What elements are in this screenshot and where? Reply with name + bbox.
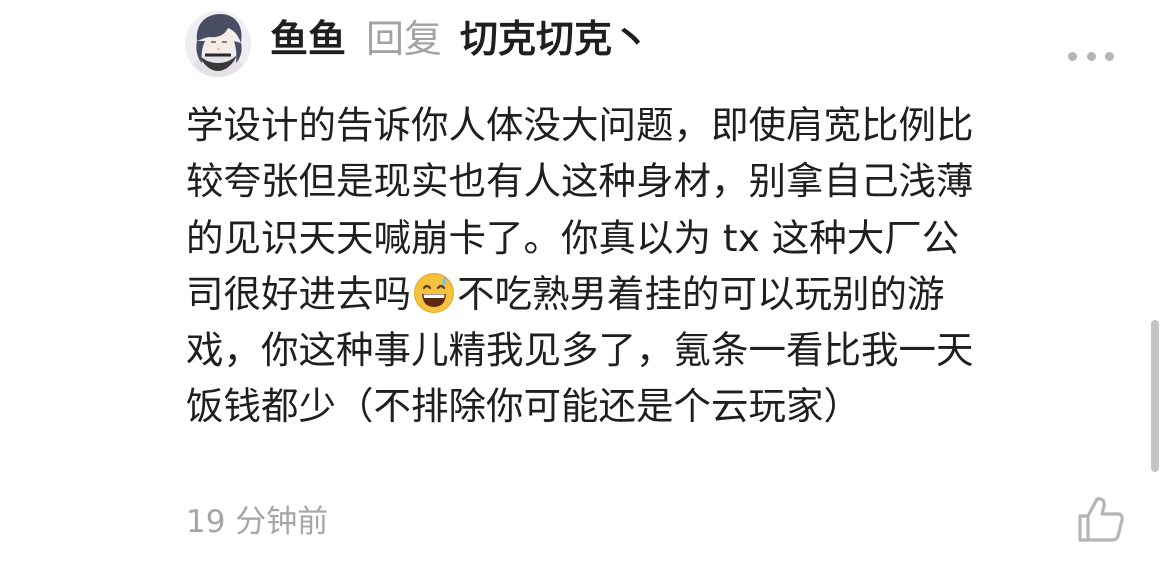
comment-line: 司很好进去吗 不吃熟男着挂的可以玩别的游 (186, 266, 1126, 322)
comment-line: 饭钱都少（不排除你可能还是个云玩家） (186, 384, 861, 429)
comment-body: 学设计的告诉你人体没大问题，即使肩宽比例比 较夸张但是现实也有人这种身材，别拿自… (186, 97, 1126, 435)
comment-timestamp: 19 分钟前 (186, 504, 329, 540)
comment-line-segment: 司很好进去吗 (186, 271, 411, 316)
comment-line: 戏，你这种事儿精我见多了，氪条一看比我一天 (186, 328, 974, 373)
reply-target-username[interactable]: 切克切克丶 (460, 14, 650, 64)
comment-author[interactable]: 鱼鱼 (270, 14, 346, 64)
comment-line-segment: 不吃熟男着挂的可以玩别的游 (457, 271, 945, 316)
avatar[interactable] (185, 11, 251, 77)
comment-line: 的见识天天喊崩卡了。你真以为 tx 这种大厂公 (186, 215, 960, 260)
more-options-button[interactable] (1068, 48, 1114, 64)
like-button[interactable] (1076, 495, 1126, 545)
more-dot-icon (1105, 51, 1114, 61)
scrollbar-thumb[interactable] (1151, 320, 1159, 472)
more-dot-icon (1068, 51, 1077, 61)
user-avatar-icon (185, 11, 251, 77)
comment-line: 较夸张但是现实也有人这种身材，别拿自己浅薄 (186, 159, 974, 204)
more-dot-icon (1086, 51, 1096, 61)
comment-line: 学设计的告诉你人体没大问题，即使肩宽比例比 (186, 103, 974, 147)
grinning-sweat-emoji-icon (414, 272, 454, 313)
thumbs-up-icon (1078, 497, 1124, 542)
comment-header: 鱼鱼 回复 切克切克丶 (270, 14, 650, 64)
reply-label: 回复 (366, 17, 443, 61)
